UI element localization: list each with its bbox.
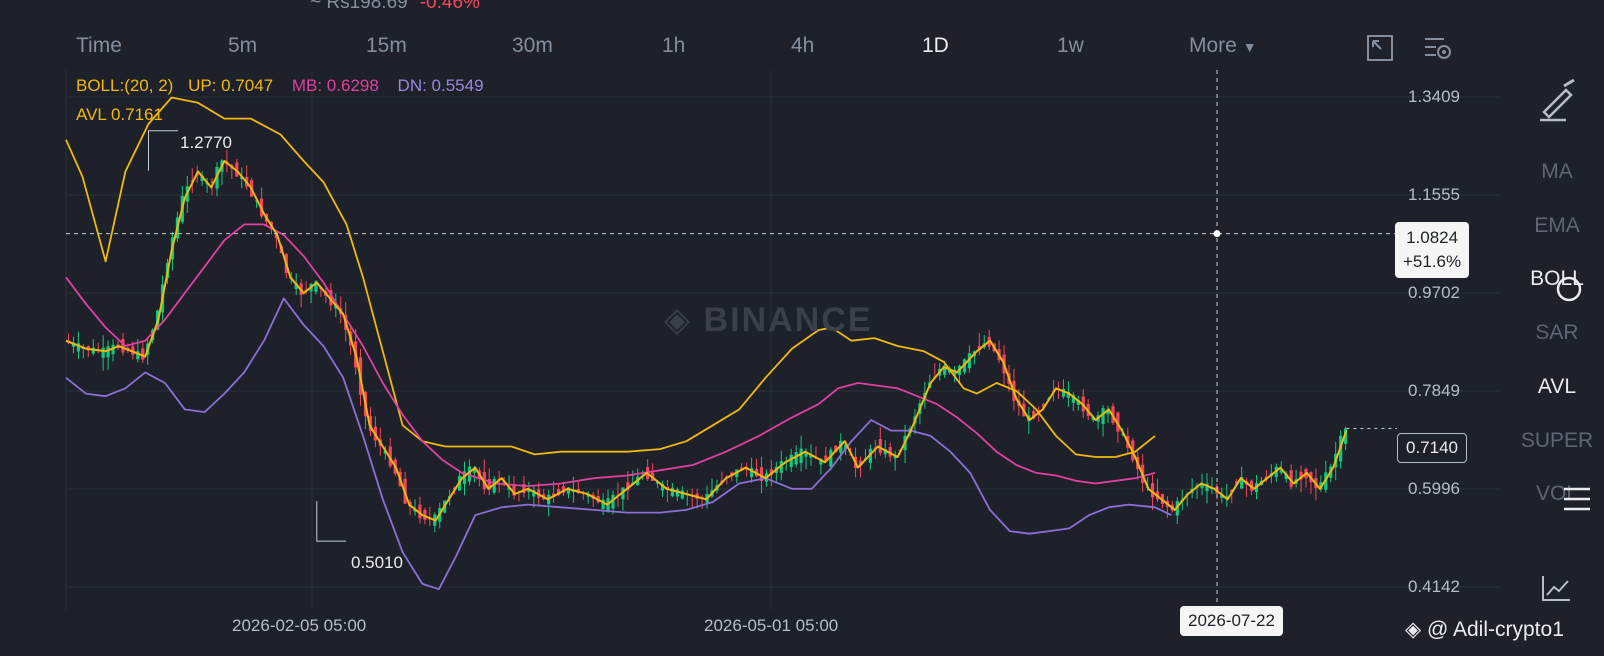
user-tag: ◈ @ Adil-crypto1 bbox=[1405, 617, 1564, 642]
watermark-text: BINANCE bbox=[703, 301, 873, 339]
binance-logo-icon: ◈ bbox=[664, 301, 693, 339]
circle-icon[interactable] bbox=[1554, 274, 1584, 304]
high-price-label: 1.2770 bbox=[180, 133, 232, 152]
candle-body bbox=[101, 347, 105, 358]
x-tick-label: 2026-05-01 05:00 bbox=[704, 616, 839, 635]
user-handle: @ Adil-crypto1 bbox=[1427, 618, 1564, 641]
low-marker-line bbox=[316, 501, 346, 542]
crosshair-date-tag: 2026-07-22 bbox=[1180, 606, 1283, 636]
series-line-avl bbox=[65, 159, 1348, 522]
candle-body bbox=[799, 448, 803, 464]
avl-legend: AVL 0.7161 bbox=[76, 105, 163, 124]
boll-params: BOLL:(20, 2) bbox=[76, 76, 174, 95]
candle-body bbox=[141, 348, 145, 360]
crosshair-price-tag: 1.0824 +51.6% bbox=[1395, 222, 1470, 278]
y-tick-label: 0.7849 bbox=[1408, 381, 1460, 400]
binance-logo-icon: ◈ bbox=[1405, 618, 1422, 641]
candle-body bbox=[878, 439, 882, 453]
high-marker-line bbox=[148, 130, 178, 171]
indicator-super[interactable]: SUPER bbox=[1510, 429, 1604, 453]
draw-pencil-icon[interactable] bbox=[1534, 76, 1580, 122]
y-tick-label: 0.5996 bbox=[1408, 479, 1460, 498]
indicator-ema[interactable]: EMA bbox=[1510, 214, 1604, 238]
boll-mb: MB: 0.6298 bbox=[291, 76, 379, 95]
chart-line-icon[interactable] bbox=[1540, 573, 1572, 603]
y-tick-label: 1.1555 bbox=[1408, 185, 1460, 204]
series-line-mb bbox=[65, 223, 1156, 487]
y-tick-label: 0.9702 bbox=[1408, 283, 1460, 302]
boll-legend: BOLL:(20, 2) UP: 0.7047 MB: 0.6298 DN: 0… bbox=[76, 76, 484, 96]
x-tick-label: 2026-02-05 05:00 bbox=[232, 616, 367, 635]
indicator-sidebar: MA EMA BOLL SAR AVL SUPER VOL bbox=[1510, 68, 1604, 656]
binance-watermark: ◈ BINANCE bbox=[664, 300, 873, 340]
low-price-label: 0.5010 bbox=[351, 553, 403, 572]
series-line-dn bbox=[65, 297, 1172, 591]
candle-body bbox=[670, 487, 674, 497]
last-price-box: 0.7140 bbox=[1397, 433, 1467, 463]
boll-up: UP: 0.7047 bbox=[188, 76, 274, 95]
y-tick-label: 0.4142 bbox=[1408, 577, 1460, 596]
indicator-sar[interactable]: SAR bbox=[1510, 321, 1604, 345]
chart-grid bbox=[65, 70, 1500, 610]
crosshair-pct: +51.6% bbox=[1403, 252, 1462, 271]
indicator-lines bbox=[65, 96, 1348, 591]
indicator-avl[interactable]: AVL bbox=[1510, 375, 1604, 399]
crosshair-price: 1.0824 bbox=[1406, 228, 1459, 247]
indicator-ma[interactable]: MA bbox=[1510, 160, 1604, 184]
crosshair-dot bbox=[1213, 230, 1221, 238]
menu-icon[interactable] bbox=[1562, 486, 1592, 512]
y-tick-label: 1.3409 bbox=[1408, 87, 1460, 106]
boll-dn: DN: 0.5549 bbox=[397, 76, 484, 95]
candlesticks bbox=[66, 150, 1348, 533]
